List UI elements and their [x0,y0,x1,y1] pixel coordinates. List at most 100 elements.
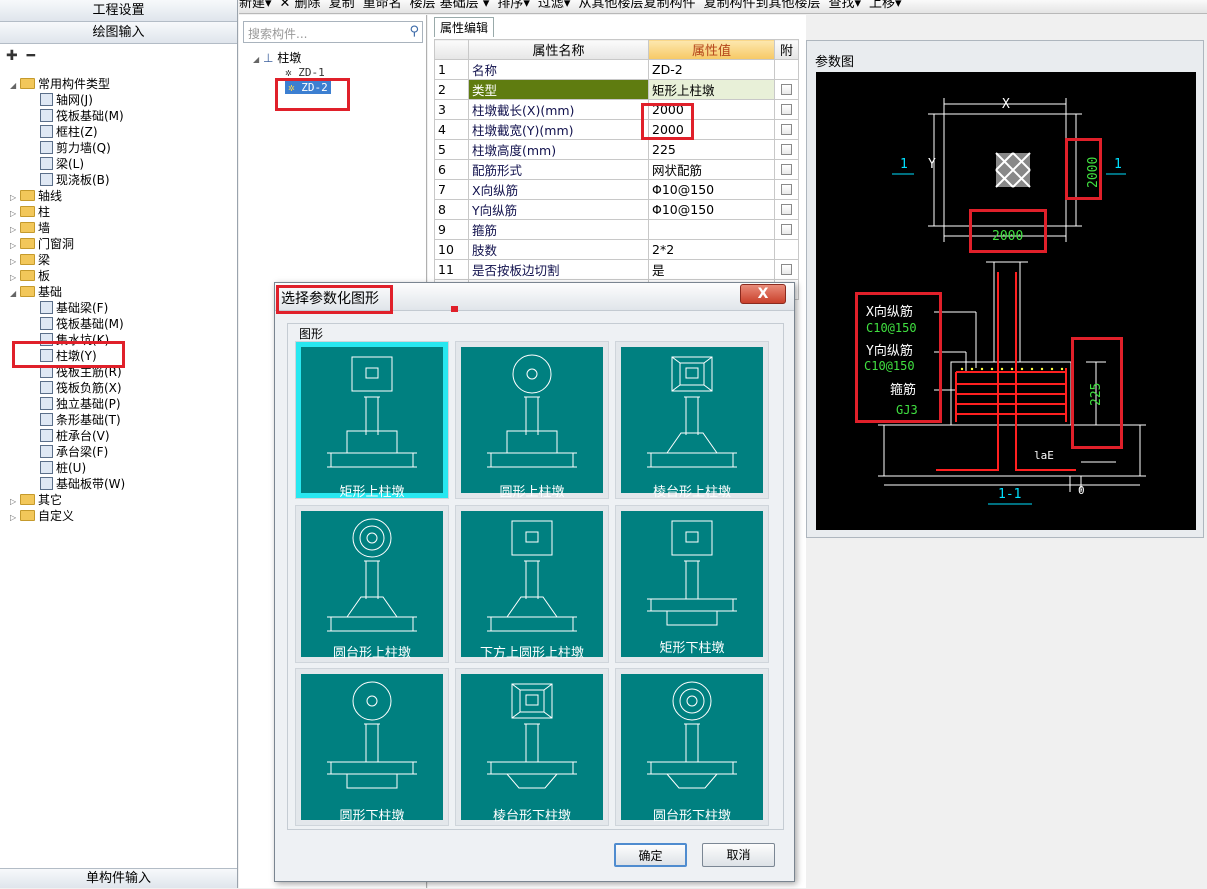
attach-checkbox[interactable] [781,264,792,275]
tree-root[interactable]: ◢ ⊥ 柱墩 [253,49,301,66]
toolbar-button[interactable]: 过滤▾ [538,0,571,11]
property-row[interactable]: 10 肢数 2*2 [434,239,799,260]
property-value[interactable]: 225 [648,139,775,160]
attach-checkbox[interactable] [781,164,792,175]
ok-button[interactable]: 确定 [614,843,687,867]
property-row[interactable]: 4 柱墩截宽(Y)(mm) 2000 [434,119,799,140]
tree-item[interactable]: 筏板主筋(R) [40,364,122,380]
collapse-arrow-icon[interactable]: ◢ [10,78,20,94]
toolbar-button[interactable]: 新建▾ [239,0,272,11]
shape-tile-circle-bottom-pier[interactable]: 圆形下柱墩 [295,668,449,826]
expand-arrow-icon[interactable]: ▷ [10,510,20,526]
property-value[interactable]: 2*2 [648,239,775,260]
tree-item[interactable]: 梁(L) [40,156,84,172]
tree-item[interactable]: 框柱(Z) [40,124,98,140]
tree-item[interactable]: 筏板负筋(X) [40,380,122,396]
cancel-button[interactable]: 取消 [702,843,775,867]
tree-item[interactable]: 集水坑(K) [40,332,109,348]
property-value[interactable]: 是 [648,259,775,280]
shape-tile-frustum-bottom-pier[interactable]: 棱台形下柱墩 [455,668,609,826]
dialog-titlebar[interactable]: 选择参数化图形 X [275,283,794,311]
search-icon[interactable]: ⚲ [409,24,419,39]
toolbar-button[interactable]: 复制 [329,0,355,11]
property-row[interactable]: 8 Y向纵筋 Φ10@150 [434,199,799,220]
shape-tile-rect-top-pier[interactable]: 矩形上柱墩 [295,341,449,500]
toolbar-button[interactable]: 查找▾ [828,0,861,11]
property-row[interactable]: 6 配筋形式 网状配筋 [434,159,799,180]
tree-item[interactable]: 现浇板(B) [40,172,110,188]
tree-item[interactable]: 条形基础(T) [40,412,121,428]
tree-item[interactable]: 筏板基础(M) [40,316,124,332]
tree-folder[interactable]: ▷ 其它 [10,492,62,508]
close-button[interactable]: X [740,284,786,304]
property-row[interactable]: 5 柱墩高度(mm) 225 [434,139,799,160]
tree-folder[interactable]: ▷ 板 [10,268,50,284]
property-row[interactable]: 3 柱墩截长(X)(mm) 2000 [434,99,799,120]
tab-property-edit[interactable]: 属性编辑 [434,17,494,37]
shape-tile-square-circle-top-pier[interactable]: 下方上圆形上柱墩 [455,505,609,663]
toolbar-button[interactable]: 重命名 [363,0,402,11]
shape-tile-cone-bottom-pier[interactable]: 圆台形下柱墩 [615,668,769,826]
project-settings-header[interactable]: 工程设置 [0,0,237,22]
shape-tile-cone-top-pier[interactable]: 圆台形上柱墩 [295,505,449,663]
attach-checkbox[interactable] [781,224,792,235]
tree-folder[interactable]: ▷ 门窗洞 [10,236,74,252]
shape-tile-rect-bottom-pier[interactable]: 矩形下柱墩 [615,505,769,663]
toolbar-button[interactable]: ✕ 删除 [280,0,321,11]
tree-item[interactable]: 筏板基础(M) [40,108,124,124]
tree-item[interactable]: 剪力墙(Q) [40,140,111,156]
tree-folder[interactable]: ▷ 自定义 [10,508,74,524]
property-value[interactable]: 网状配筋 [648,159,775,180]
shape-tile-frustum-top-pier[interactable]: 棱台形上柱墩 [615,341,769,500]
property-value[interactable]: 2000 [648,119,775,140]
tree-item[interactable]: 桩(U) [40,460,86,476]
tree-item[interactable]: 独立基础(P) [40,396,121,412]
toolbar-button[interactable]: 复制构件到其他楼层 [703,0,820,11]
collapse-arrow-icon[interactable]: ◢ [10,286,20,302]
toolbar-button[interactable]: 楼层 基础层 ▾ [410,0,490,11]
pier-icon: ⊥ [263,51,274,65]
tree-folder[interactable]: ◢ 基础 [10,284,62,300]
tree-item[interactable]: 基础板带(W) [40,476,125,492]
tree-folder[interactable]: ▷ 梁 [10,252,50,268]
attach-checkbox[interactable] [781,84,792,95]
attach-checkbox[interactable] [781,104,792,115]
property-value[interactable]: Φ10@150 [648,199,775,220]
collapse-all-icon[interactable]: ━ [27,48,35,64]
attach-checkbox[interactable] [781,124,792,135]
property-value[interactable]: ZD-2 [648,59,775,80]
property-row[interactable]: 9 箍筋 [434,219,799,240]
property-value[interactable]: Φ10@150 [648,179,775,200]
property-value[interactable]: 矩形上柱墩 [648,79,775,100]
tree-item-zd2[interactable]: ✲ ZD-2 [285,81,331,94]
property-row[interactable]: 1 名称 ZD-2 [434,59,799,80]
property-row[interactable]: 2 类型 矩形上柱墩 [434,79,799,100]
tree-item[interactable]: 基础梁(F) [40,300,108,316]
attach-checkbox[interactable] [781,144,792,155]
toolbar-button[interactable]: 排序▾ [497,0,530,11]
tree-folder[interactable]: ▷ 柱 [10,204,50,220]
property-row[interactable]: 7 X向纵筋 Φ10@150 [434,179,799,200]
tree-item[interactable]: 柱墩(Y) [40,348,97,364]
single-component-input-tab[interactable]: 单构件输入 [0,868,237,888]
expand-all-icon[interactable]: ✚ [6,48,18,64]
tree-folder[interactable]: ▷ 墙 [10,220,50,236]
collapse-arrow-icon[interactable]: ◢ [253,55,263,64]
tree-item-zd1[interactable]: ✲ ZD-1 [285,66,325,79]
component-icon [40,317,53,330]
attach-checkbox[interactable] [781,184,792,195]
property-value[interactable]: 2000 [648,99,775,120]
toolbar-button[interactable]: 上移▾ [869,0,902,11]
drawing-input-header[interactable]: 绘图输入 [0,22,237,44]
shape-tile-circle-top-pier[interactable]: 圆形上柱墩 [455,341,609,500]
toolbar-button[interactable]: 从其他楼层复制构件 [578,0,695,11]
tree-folder[interactable]: ◢ 常用构件类型 [10,76,110,92]
tree-item[interactable]: 轴网(J) [40,92,93,108]
tree-folder[interactable]: ▷ 轴线 [10,188,62,204]
property-row[interactable]: 11 是否按板边切割是 [434,259,799,280]
attach-checkbox[interactable] [781,204,792,215]
search-input[interactable]: 搜索构件... ⚲ [243,21,423,43]
tree-item[interactable]: 承台梁(F) [40,444,108,460]
property-value[interactable] [648,219,775,240]
tree-item[interactable]: 桩承台(V) [40,428,110,444]
